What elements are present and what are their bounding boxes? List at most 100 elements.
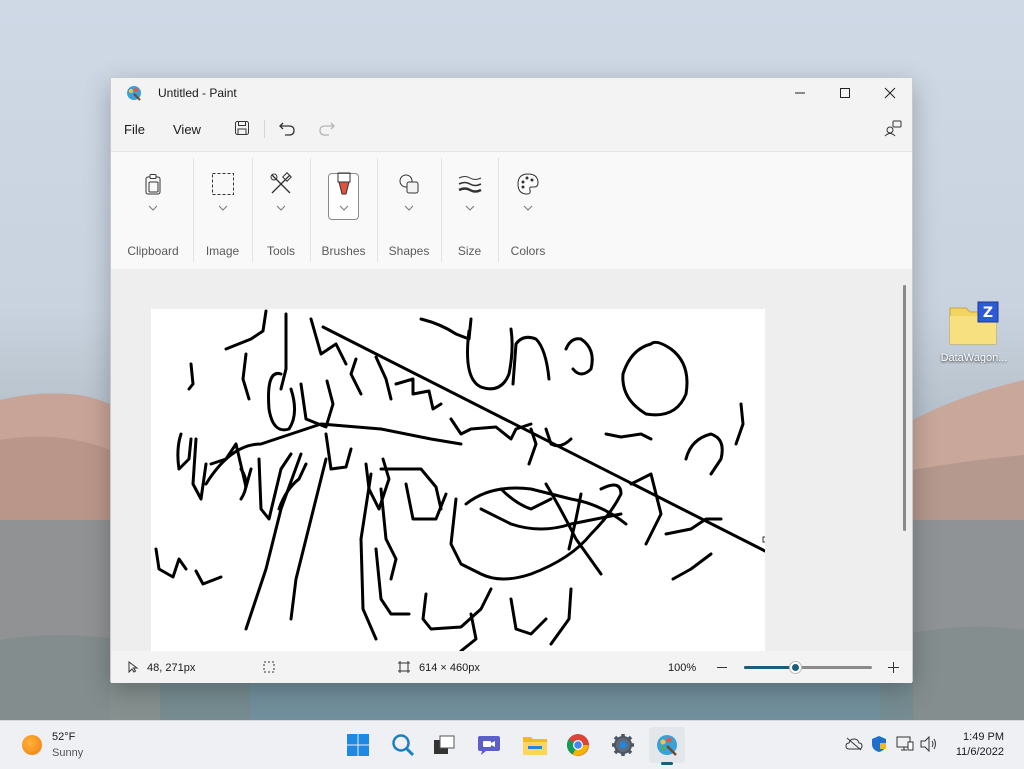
redo-button[interactable]	[317, 118, 337, 138]
onedrive-icon[interactable]	[845, 735, 863, 753]
undo-button[interactable]	[277, 118, 297, 138]
zoom-in-icon[interactable]	[888, 662, 899, 673]
size-icon	[457, 172, 482, 196]
group-label: Brushes	[321, 244, 366, 258]
zoom-slider-fill	[744, 666, 796, 669]
ribbon: Clipboard Image Tools Brushes Shapes Siz…	[111, 151, 912, 270]
selection-icon	[211, 172, 235, 196]
start-button[interactable]	[340, 727, 376, 763]
chat-button[interactable]	[471, 727, 507, 763]
chevron-down-icon	[465, 205, 474, 211]
file-explorer-button[interactable]	[517, 727, 553, 763]
menu-bar: File View	[111, 108, 912, 150]
canvas-size: 614 × 460px	[419, 662, 480, 674]
undo-icon	[279, 122, 295, 136]
shapes-icon	[397, 172, 421, 196]
account-icon	[884, 120, 902, 137]
chevron-down-icon	[276, 205, 286, 211]
group-tools[interactable]: Tools	[254, 152, 308, 269]
paint-icon	[657, 735, 677, 756]
task-view-button[interactable]	[426, 727, 462, 763]
taskbar: 52°F Sunny 1:49 PM 11/6/2022	[0, 720, 1024, 769]
pointer-icon	[128, 661, 139, 673]
zoom-slider[interactable]	[744, 662, 872, 673]
file-explorer-icon	[523, 737, 547, 755]
group-image[interactable]: Image	[195, 152, 250, 269]
vertical-scrollbar[interactable]	[903, 285, 906, 531]
desktop-icon-label: DataWagon...	[940, 352, 1008, 364]
chevron-down-icon	[339, 205, 348, 211]
start-icon	[347, 734, 369, 756]
network-icon[interactable]	[896, 735, 914, 753]
weather-temp: 52°F	[52, 731, 76, 743]
paint-window: Untitled - Paint File View Clipboard Ima…	[110, 77, 913, 683]
maximize-icon	[840, 88, 850, 98]
settings-button[interactable]	[605, 727, 641, 763]
group-label: Shapes	[388, 244, 430, 258]
zoom-slider-thumb[interactable]	[790, 662, 802, 673]
canvas-size-icon	[398, 661, 410, 673]
cursor-position: 48, 271px	[147, 662, 196, 674]
save-icon	[235, 121, 249, 135]
zoom-out-icon[interactable]	[717, 667, 727, 668]
palette-icon	[516, 172, 540, 196]
maximize-button[interactable]	[822, 78, 868, 108]
sun-icon	[22, 735, 42, 755]
settings-icon	[612, 734, 634, 756]
menu-view[interactable]: View	[173, 122, 201, 137]
close-button[interactable]	[867, 78, 913, 108]
ribbon-divider	[252, 158, 253, 262]
window-title: Untitled - Paint	[158, 86, 237, 100]
search-button[interactable]	[385, 727, 421, 763]
weather-condition: Sunny	[52, 747, 84, 759]
toolbar-divider	[264, 120, 265, 138]
chrome-button[interactable]	[560, 727, 596, 763]
folder-zip-icon: Z	[949, 301, 999, 345]
group-brushes[interactable]: Brushes	[312, 152, 375, 269]
chevron-down-icon	[523, 205, 533, 211]
ribbon-divider	[377, 158, 378, 262]
group-clipboard[interactable]: Clipboard	[117, 152, 189, 269]
chat-icon	[478, 736, 500, 755]
redo-icon	[319, 122, 335, 136]
task-view-icon	[434, 735, 455, 754]
volume-icon[interactable]	[920, 735, 938, 753]
ribbon-divider	[310, 158, 311, 262]
chrome-icon	[567, 734, 589, 756]
tools-icon	[269, 172, 293, 196]
menu-file[interactable]: File	[124, 122, 145, 137]
clock-date: 11/6/2022	[955, 746, 1004, 758]
group-colors[interactable]: Colors	[500, 152, 556, 269]
canvas-area[interactable]	[111, 269, 912, 651]
minimize-icon	[795, 92, 805, 94]
group-label: Image	[205, 244, 240, 258]
status-bar: 48, 271px 614 × 460px 100%	[111, 651, 912, 683]
clock-time: 1:49 PM	[963, 731, 1004, 743]
active-app-indicator	[661, 762, 673, 765]
selection-size-icon	[263, 661, 275, 673]
minimize-button[interactable]	[777, 78, 823, 108]
group-size[interactable]: Size	[443, 152, 496, 269]
ribbon-divider	[441, 158, 442, 262]
group-label: Tools	[266, 244, 295, 258]
chevron-down-icon	[218, 205, 227, 211]
chevron-down-icon	[404, 205, 414, 211]
close-icon	[884, 87, 896, 99]
desktop-icon-datawagon[interactable]: Z DataWagon...	[936, 298, 1012, 372]
search-icon	[392, 734, 415, 757]
clipboard-icon	[141, 172, 165, 196]
drawing-canvas[interactable]	[151, 309, 765, 651]
group-shapes[interactable]: Shapes	[379, 152, 439, 269]
paint-taskbar-button[interactable]	[649, 727, 685, 765]
ribbon-divider	[498, 158, 499, 262]
scribble-drawing	[154, 309, 765, 651]
group-label: Colors	[510, 244, 546, 258]
chevron-down-icon	[148, 205, 158, 211]
title-bar[interactable]: Untitled - Paint	[111, 78, 912, 108]
zoom-level: 100%	[668, 662, 697, 674]
save-button[interactable]	[232, 118, 252, 138]
security-shield-icon[interactable]	[870, 735, 888, 753]
account-button[interactable]	[883, 118, 903, 138]
system-clock[interactable]: 1:49 PM 11/6/2022	[956, 730, 1004, 760]
brush-icon	[332, 172, 356, 196]
